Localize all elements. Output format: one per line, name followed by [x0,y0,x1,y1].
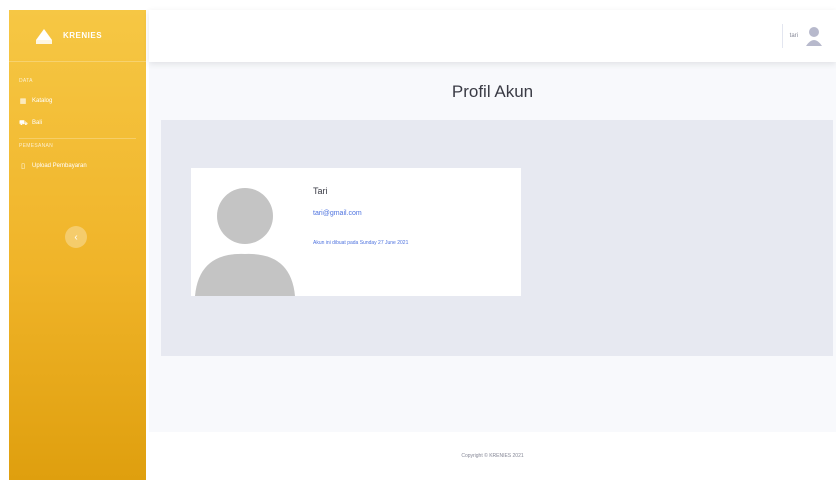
brand[interactable]: KRENIES [9,10,146,62]
brand-logo-icon [36,28,52,44]
sidebar-item-katalog[interactable]: ▦ Katalog [9,90,146,112]
sidebar-item-label: Katalog [32,98,53,104]
sidebar-divider [19,138,136,139]
profile-name: Tari [313,186,328,196]
sidebar-toggle-button[interactable]: ‹ [65,226,87,248]
sidebar: KRENIES Data ▦ Katalog ⛟ Bali Pemesanan … [9,10,146,480]
sidebar-item-label: Bali [32,120,43,126]
profile-panel: Tari tari@gmail.com Akun ini dibuat pada… [161,120,833,356]
sidebar-item-label: Upload Pembayaran [32,163,87,169]
user-name[interactable]: tari [790,33,798,39]
topbar: tari [149,10,836,62]
user-avatar-icon[interactable] [806,26,822,46]
topbar-divider [782,24,783,48]
grid-icon: ▦ [19,98,27,105]
cart-icon: ⛟ [19,119,28,127]
avatar-placeholder-icon [195,188,295,296]
sidebar-item-upload-pembayaran[interactable]: ▯ Upload Pembayaran [9,155,146,177]
profile-email: tari@gmail.com [313,210,362,217]
profile-created-date: Akun ini dibuat pada Sunday 27 June 2021 [313,240,409,246]
footer: Copyright © KRENIES 2021 [149,432,836,480]
page-title: Profil Akun [451,82,534,101]
sidebar-item-bali[interactable]: ⛟ Bali [9,112,146,134]
file-icon: ▯ [21,163,25,170]
chevron-left-icon: ‹ [74,231,78,243]
content-wrapper: tari Profil Akun Tari tari@gmail.com Aku… [149,10,836,480]
copyright-text: Copyright © KRENIES 2021 [461,453,524,459]
brand-name: KRENIES [63,31,103,40]
profile-card: Tari tari@gmail.com Akun ini dibuat pada… [191,168,521,296]
